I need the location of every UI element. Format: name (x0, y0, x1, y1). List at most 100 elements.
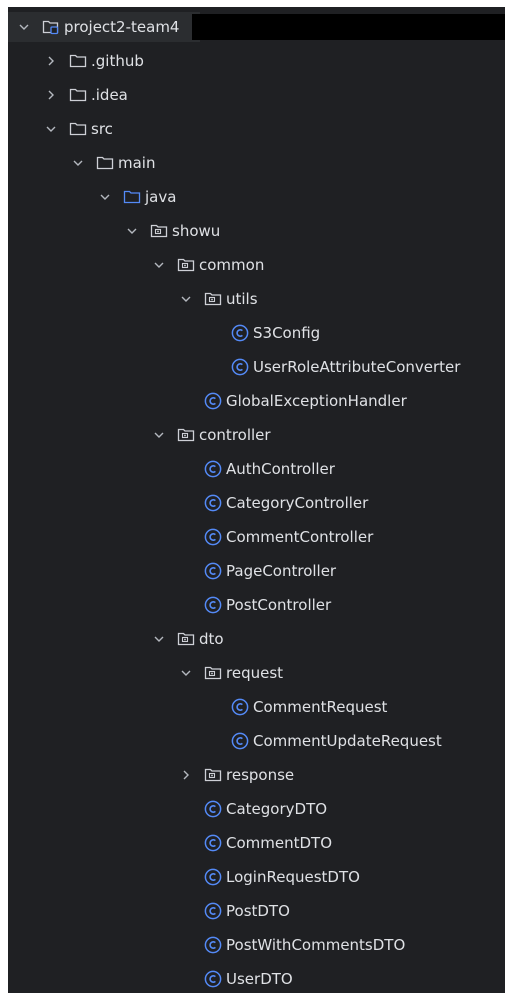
class-icon (204, 936, 222, 954)
folder-icon (69, 120, 87, 138)
tree-node-label: CategoryController (226, 494, 369, 512)
folder-icon (69, 52, 87, 70)
package-icon (177, 256, 195, 274)
tree-node-postcontroller[interactable]: PostController (8, 588, 331, 622)
chevron-down-icon[interactable] (97, 189, 113, 205)
tree-node-postwithcommentsdto[interactable]: PostWithCommentsDTO (8, 928, 405, 962)
tree-node-label: UserRoleAttributeConverter (253, 358, 461, 376)
tree-node-label: .idea (91, 86, 128, 104)
class-icon (204, 970, 222, 988)
tree-node-loginrequestdto[interactable]: LoginRequestDTO (8, 860, 360, 894)
chevron-down-icon[interactable] (43, 121, 59, 137)
tree-node-controller[interactable]: controller (8, 418, 271, 452)
tree-node-label: .github (91, 52, 144, 70)
chevron-down-icon[interactable] (151, 631, 167, 647)
tree-node-label: dto (199, 630, 224, 648)
tree-node-userdto[interactable]: UserDTO (8, 962, 293, 993)
class-icon (204, 392, 222, 410)
tree-node-userroleattributeconverter[interactable]: UserRoleAttributeConverter (8, 350, 460, 384)
package-icon (204, 664, 222, 682)
class-icon (204, 902, 222, 920)
tree-node-label: project2-team4 (64, 18, 180, 36)
tree-node-label: request (226, 664, 284, 682)
chevron-down-icon[interactable] (16, 19, 32, 35)
tree-node-common[interactable]: common (8, 248, 264, 282)
class-icon (204, 800, 222, 818)
tree-node-label: main (118, 154, 156, 172)
chevron-right-icon[interactable] (178, 767, 194, 783)
class-icon (204, 460, 222, 478)
tree-node-label: controller (199, 426, 271, 444)
chevron-down-icon[interactable] (124, 223, 140, 239)
tree-node-categorydto[interactable]: CategoryDTO (8, 792, 327, 826)
folder-icon (69, 86, 87, 104)
package-icon (150, 222, 168, 240)
tree-node-label: PageController (226, 562, 337, 580)
tree-node-commentcontroller[interactable]: CommentController (8, 520, 373, 554)
chevron-down-icon[interactable] (151, 427, 167, 443)
tree-node-main[interactable]: main (8, 146, 155, 180)
tree-node-label: LoginRequestDTO (226, 868, 360, 886)
tree-node-java[interactable]: java (8, 180, 176, 214)
tree-node-label: CommentDTO (226, 834, 333, 852)
tree-node-label: UserDTO (226, 970, 293, 988)
tree-node-idea[interactable]: .idea (8, 78, 128, 112)
tree-node-s3config[interactable]: S3Config (8, 316, 320, 350)
chevron-down-icon[interactable] (178, 665, 194, 681)
class-icon (231, 698, 249, 716)
tree-node-categorycontroller[interactable]: CategoryController (8, 486, 368, 520)
tree-node-label: CommentController (226, 528, 374, 546)
tree-node-github[interactable]: .github (8, 44, 144, 78)
tree-node-postdto[interactable]: PostDTO (8, 894, 290, 928)
package-icon (177, 630, 195, 648)
chevron-down-icon[interactable] (70, 155, 86, 171)
tree-node-authcontroller[interactable]: AuthController (8, 452, 335, 486)
class-icon (204, 834, 222, 852)
tree-node-src[interactable]: src (8, 112, 113, 146)
class-icon (204, 596, 222, 614)
tree-node-pagecontroller[interactable]: PageController (8, 554, 336, 588)
class-icon (204, 868, 222, 886)
chevron-right-icon[interactable] (43, 53, 59, 69)
tree-node-utils[interactable]: utils (8, 282, 258, 316)
tree-node-label: CommentUpdateRequest (253, 732, 442, 750)
module-folder-icon (42, 18, 60, 36)
tree-node-label: common (199, 256, 265, 274)
tree-node-label: PostController (226, 596, 332, 614)
redacted-area (192, 14, 505, 40)
tree-node-label: PostDTO (226, 902, 290, 920)
class-icon (204, 494, 222, 512)
tree-node-label: response (226, 766, 295, 784)
tree-node-label: S3Config (253, 324, 321, 342)
tree-node-showu[interactable]: showu (8, 214, 220, 248)
class-icon (231, 732, 249, 750)
tree-node-label: CategoryDTO (226, 800, 328, 818)
class-icon (204, 562, 222, 580)
tree-node-request[interactable]: request (8, 656, 283, 690)
tree-node-label: src (91, 120, 113, 138)
tree-node-commentrequest[interactable]: CommentRequest (8, 690, 387, 724)
project-tree-panel: project2-team4 .github .idea src main ja… (8, 7, 505, 993)
tree-node-response[interactable]: response (8, 758, 294, 792)
tree-node-label: CommentRequest (253, 698, 388, 716)
chevron-down-icon[interactable] (151, 257, 167, 273)
tree-node-dto[interactable]: dto (8, 622, 224, 656)
class-icon (231, 358, 249, 376)
tree-node-label: GlobalExceptionHandler (226, 392, 407, 410)
chevron-right-icon[interactable] (43, 87, 59, 103)
tree-node-label: AuthController (226, 460, 335, 478)
tree-node-globalexceptionhandler[interactable]: GlobalExceptionHandler (8, 384, 407, 418)
source-folder-icon (123, 188, 141, 206)
folder-icon (96, 154, 114, 172)
tree-node-project2-team4[interactable]: project2-team4 (8, 10, 179, 44)
tree-node-commentupdaterequest[interactable]: CommentUpdateRequest (8, 724, 442, 758)
class-icon (231, 324, 249, 342)
package-icon (177, 426, 195, 444)
package-icon (204, 766, 222, 784)
tree-node-label: utils (226, 290, 258, 308)
tree-node-commentdto[interactable]: CommentDTO (8, 826, 332, 860)
package-icon (204, 290, 222, 308)
chevron-down-icon[interactable] (178, 291, 194, 307)
class-icon (204, 528, 222, 546)
tree-node-label: showu (172, 222, 221, 240)
